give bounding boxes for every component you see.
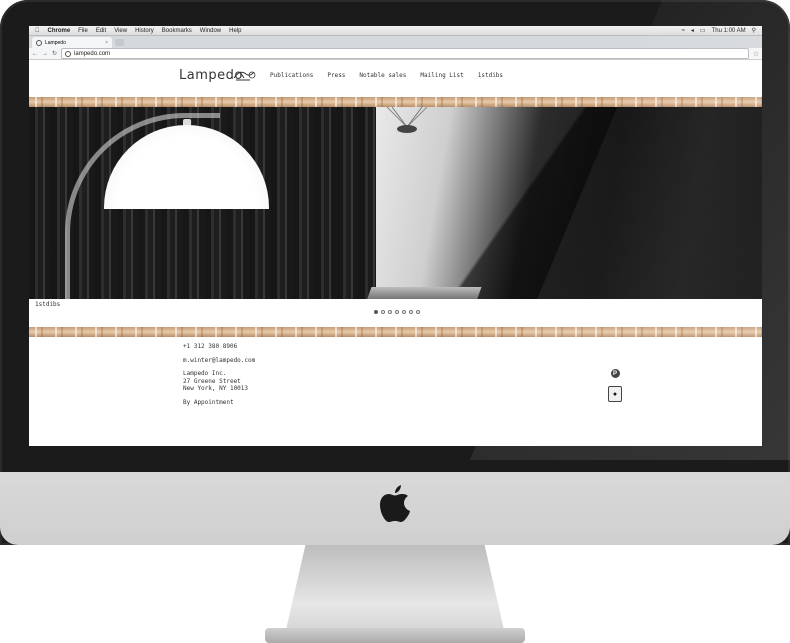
slide-pagination [374,310,420,314]
nav-publications[interactable]: Publications [270,72,313,79]
app-icon[interactable]: ● [608,386,622,402]
menu-edit[interactable]: Edit [96,28,106,34]
browser-toolbar: ← → ↻ lampedo.com ☆ [29,48,762,60]
address-url: lampedo.com [74,50,111,57]
contact-block: +1 312 380 8906 m.winter@lampedo.com Lam… [183,343,255,406]
shadow-overlay [449,107,762,299]
nav-mailing-list[interactable]: Mailing List [420,72,463,79]
slide-caption[interactable]: 1stdibs [35,301,60,308]
pendant-lamp-image [386,107,428,133]
wifi-icon[interactable]: ≈ [682,28,685,34]
menu-file[interactable]: File [78,28,88,34]
apple-menu-icon[interactable]:  [35,28,40,34]
pinterest-icon[interactable]: P [610,369,620,378]
slide-caption-row: 1stdibs [29,299,762,327]
site-header: Lampedo Publications Press Notable sales… [29,60,762,97]
slide-dot[interactable] [381,310,385,314]
site-nav: Publications Press Notable sales Mailing… [270,72,517,79]
screen:  Chrome File Edit View History Bookmark… [29,26,762,446]
contact-email[interactable]: m.winter@lampedo.com [183,357,255,365]
menu-help[interactable]: Help [229,28,241,34]
contact-phone[interactable]: +1 312 380 8906 [183,343,255,351]
slide-dot[interactable] [416,310,420,314]
tab-close-icon[interactable]: × [105,40,108,46]
table-image [366,287,482,299]
back-icon[interactable]: ← [32,51,38,57]
volume-icon[interactable]: ◂ [691,27,694,34]
browser-tabbar: Lampedo × [29,36,762,48]
reload-icon[interactable]: ↻ [52,50,57,57]
tab-favicon-icon [36,39,42,46]
decorative-border-top [29,97,762,107]
lamp-logo-icon [233,71,256,81]
apple-logo-icon [380,485,410,522]
contact-note: By Appointment [183,398,234,406]
nav-notable-sales[interactable]: Notable sales [359,72,406,79]
nav-1stdibs[interactable]: 1stdibs [478,72,503,79]
contact-city: New York, NY 10013 [183,385,249,392]
slide-dot[interactable] [374,310,378,314]
menu-history[interactable]: History [135,28,154,34]
clock[interactable]: Thu 1:00 AM [712,28,746,34]
menu-view[interactable]: View [114,28,127,34]
forward-icon[interactable]: → [42,51,48,57]
contact-street: 27 Greene Street [183,377,241,385]
nav-press[interactable]: Press [327,72,345,79]
slide-dot[interactable] [402,310,406,314]
os-menubar:  Chrome File Edit View History Bookmark… [29,26,762,36]
tab-title: Lampedo [45,39,66,46]
spotlight-search-icon[interactable]: ⚲ [752,27,756,34]
slide-dot[interactable] [388,310,392,314]
decorative-border-bottom [29,327,762,337]
menu-app-name[interactable]: Chrome [48,28,71,34]
slide-dot[interactable] [395,310,399,314]
battery-icon[interactable]: ▭ [700,27,706,34]
menu-bookmarks[interactable]: Bookmarks [162,28,192,34]
address-bar[interactable]: lampedo.com [61,48,749,59]
hero-slideshow-image[interactable] [29,107,762,299]
site-favicon-icon [65,50,72,57]
imac-stand-base [265,628,525,643]
menu-window[interactable]: Window [200,28,221,34]
slide-dot[interactable] [409,310,413,314]
browser-tab[interactable]: Lampedo × [32,37,112,48]
bookmark-star-icon[interactable]: ☆ [753,50,759,58]
social-links: P ● [608,369,622,402]
contact-company: Lampedo Inc. [183,370,227,377]
site-footer: +1 312 380 8906 m.winter@lampedo.com Lam… [29,337,762,422]
new-tab-button[interactable] [115,39,124,46]
